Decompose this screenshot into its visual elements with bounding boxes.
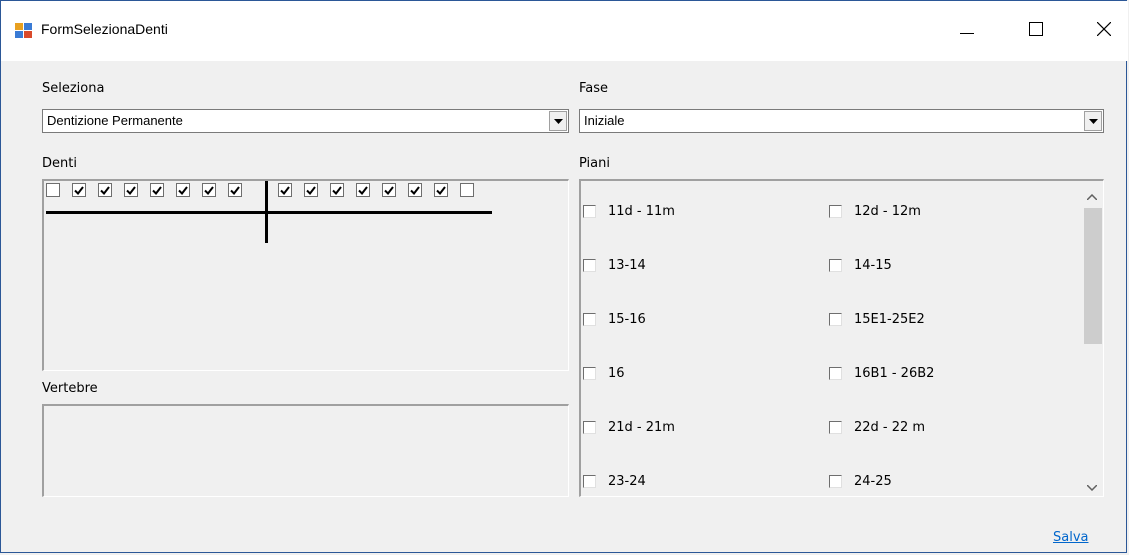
seleziona-label: Seleziona <box>42 81 105 96</box>
maximize-icon <box>1029 22 1043 40</box>
tooth-checkbox[interactable] <box>72 183 86 197</box>
tooth-checkbox[interactable] <box>150 183 164 197</box>
close-button[interactable] <box>1081 1 1127 61</box>
seleziona-combobox[interactable]: Dentizione Permanente <box>42 109 569 133</box>
piani-checkbox[interactable] <box>583 258 596 272</box>
piani-item-label: 16 <box>608 365 625 381</box>
piani-checkbox[interactable] <box>583 366 596 380</box>
piani-checkbox[interactable] <box>829 312 842 326</box>
piani-item-label: 14-15 <box>854 257 892 273</box>
piani-item-label: 21d - 21m <box>608 419 675 435</box>
piani-item-label: 22d - 22 m <box>854 419 926 435</box>
seleziona-value: Dentizione Permanente <box>47 113 183 128</box>
scrollbar-thumb[interactable] <box>1084 208 1102 344</box>
vertical-divider <box>265 181 268 243</box>
denti-panel <box>42 179 569 371</box>
piani-checkbox[interactable] <box>829 366 842 380</box>
piani-item[interactable]: 22d - 22 m <box>829 417 925 437</box>
piani-panel: 11d - 11m 12d - 12m 13-14 14-15 15-16 15E1-25… <box>579 179 1104 497</box>
minimize-button[interactable] <box>944 1 990 61</box>
close-icon <box>1096 21 1112 40</box>
tooth-checkbox[interactable] <box>434 183 448 197</box>
piani-item[interactable]: 15-16 <box>583 309 646 329</box>
tooth-checkbox[interactable] <box>304 183 318 197</box>
tooth-checkbox[interactable] <box>202 183 216 197</box>
piani-item[interactable]: 12d - 12m <box>829 201 921 221</box>
main-window: FormSelezionaDenti Seleziona Dentizione … <box>0 0 1128 553</box>
piani-checkbox[interactable] <box>583 204 596 218</box>
fase-label: Fase <box>579 81 609 96</box>
tooth-checkbox[interactable] <box>356 183 370 197</box>
piani-checkbox[interactable] <box>583 312 596 326</box>
piani-checkbox[interactable] <box>583 474 596 488</box>
piani-checkbox[interactable] <box>829 420 842 434</box>
chevron-down-icon[interactable] <box>1084 111 1102 131</box>
horizontal-divider <box>46 211 492 214</box>
tooth-checkbox[interactable] <box>278 183 292 197</box>
maximize-button[interactable] <box>1013 1 1059 61</box>
title-bar: FormSelezionaDenti <box>1 1 1128 61</box>
piani-item-label: 11d - 11m <box>608 203 675 219</box>
vertebre-label: Vertebre <box>42 381 98 396</box>
piani-item[interactable]: 23-24 <box>583 471 646 491</box>
salva-link[interactable]: Salva <box>1053 530 1089 545</box>
vertebre-panel <box>42 404 569 497</box>
denti-label: Denti <box>42 156 77 171</box>
piani-item[interactable]: 16 <box>583 363 625 383</box>
minimize-icon <box>960 24 974 39</box>
window-title: FormSelezionaDenti <box>41 21 168 37</box>
piani-item[interactable]: 13-14 <box>583 255 646 275</box>
piani-item[interactable]: 16B1 - 26B2 <box>829 363 934 383</box>
piani-item-label: 23-24 <box>608 473 646 489</box>
piani-item[interactable]: 24-25 <box>829 471 892 491</box>
app-icon <box>15 23 33 39</box>
piani-checkbox[interactable] <box>829 204 842 218</box>
piani-item[interactable]: 14-15 <box>829 255 892 275</box>
piani-checkbox[interactable] <box>829 474 842 488</box>
piani-item-label: 15E1-25E2 <box>854 311 925 327</box>
tooth-checkbox[interactable] <box>460 183 474 197</box>
scroll-down-icon[interactable] <box>1086 480 1098 495</box>
tooth-checkbox[interactable] <box>46 183 60 197</box>
piani-item-label: 24-25 <box>854 473 892 489</box>
tooth-checkbox[interactable] <box>330 183 344 197</box>
scroll-up-icon[interactable] <box>1086 189 1098 204</box>
piani-item[interactable]: 15E1-25E2 <box>829 309 925 329</box>
piani-item-label: 15-16 <box>608 311 646 327</box>
fase-value: Iniziale <box>584 113 625 128</box>
piani-checkbox[interactable] <box>829 258 842 272</box>
tooth-checkbox[interactable] <box>408 183 422 197</box>
piani-item[interactable]: 21d - 21m <box>583 417 675 437</box>
piani-scrollbar[interactable] <box>1082 181 1103 494</box>
tooth-checkbox[interactable] <box>176 183 190 197</box>
piani-item-label: 13-14 <box>608 257 646 273</box>
piani-label: Piani <box>579 156 610 171</box>
piani-item-label: 12d - 12m <box>854 203 921 219</box>
fase-combobox[interactable]: Iniziale <box>579 109 1104 133</box>
piani-checkbox[interactable] <box>583 420 596 434</box>
tooth-checkbox[interactable] <box>124 183 138 197</box>
tooth-checkbox[interactable] <box>382 183 396 197</box>
tooth-checkbox[interactable] <box>98 183 112 197</box>
piani-item-label: 16B1 - 26B2 <box>854 365 935 381</box>
piani-item[interactable]: 11d - 11m <box>583 201 675 221</box>
chevron-down-icon[interactable] <box>549 111 567 131</box>
tooth-checkbox[interactable] <box>228 183 242 197</box>
